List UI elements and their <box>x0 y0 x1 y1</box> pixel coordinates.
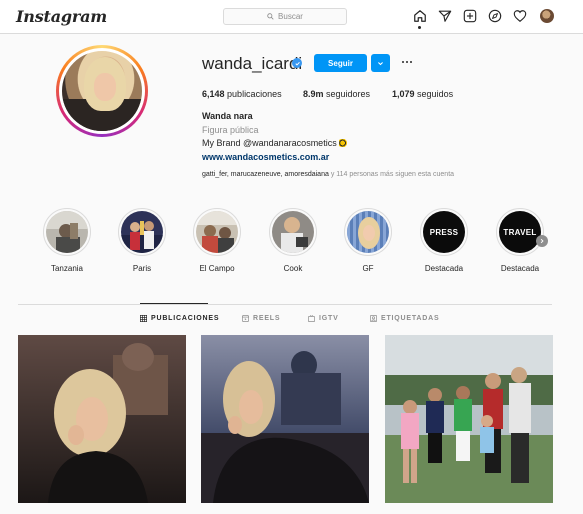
tagged-icon <box>370 315 377 322</box>
active-tab-indicator <box>140 303 208 304</box>
follow-button[interactable]: Seguir <box>314 54 367 72</box>
tab-publicaciones[interactable]: PUBLICACIONES <box>140 315 219 322</box>
tab-label: ETIQUETADAS <box>381 315 440 322</box>
profile-website-link[interactable]: www.wandacosmetics.com.ar <box>202 152 329 162</box>
post-thumbnail[interactable] <box>201 335 369 503</box>
more-options-icon[interactable] <box>398 57 416 67</box>
profile-category: Figura pública <box>202 125 259 135</box>
highlight-cover <box>121 211 163 253</box>
highlight-gf[interactable]: GF <box>338 208 398 273</box>
suggested-accounts-button[interactable] <box>371 54 390 72</box>
post-thumbnail[interactable] <box>385 335 553 503</box>
chevron-down-icon <box>378 61 383 65</box>
highlight-label: Tanzania <box>50 264 84 273</box>
bee-emoji-icon <box>338 139 348 147</box>
highlight-el-campo[interactable]: El Campo <box>187 208 247 273</box>
highlight-label: Paris <box>132 264 152 273</box>
following-count[interactable]: 1,079 seguidos <box>392 89 453 99</box>
tab-label: PUBLICACIONES <box>151 315 220 322</box>
profile-username: wanda_icardi <box>202 54 303 73</box>
followed-by-rest: y 114 personas más siguen esta cuenta <box>330 171 455 178</box>
highlight-label: El Campo <box>199 264 235 273</box>
top-navbar: Instagram Buscar <box>0 0 583 34</box>
search-placeholder: Buscar <box>278 12 303 21</box>
search-input[interactable]: Buscar <box>223 8 347 25</box>
new-post-icon[interactable] <box>462 8 478 24</box>
explore-icon[interactable] <box>487 8 503 24</box>
tab-reels[interactable]: REELS <box>242 315 280 322</box>
tab-label: REELS <box>253 315 281 322</box>
nav-icons <box>412 8 562 29</box>
profile-avatar-icon[interactable] <box>540 9 554 23</box>
search-icon <box>267 13 274 20</box>
post-thumbnail[interactable] <box>18 335 186 503</box>
highlight-label: GF <box>362 264 374 273</box>
highlights-next-arrow-icon[interactable] <box>536 235 548 247</box>
highlight-cover <box>46 211 88 253</box>
highlight-cover <box>196 211 238 253</box>
tab-etiquetadas[interactable]: ETIQUETADAS <box>370 315 439 322</box>
grid-icon <box>140 315 147 322</box>
highlight-label: Destacada <box>500 264 540 273</box>
activity-heart-icon[interactable] <box>512 8 528 24</box>
highlight-paris[interactable]: Paris <box>112 208 172 273</box>
profile-picture-story-ring[interactable] <box>56 45 148 137</box>
igtv-icon <box>308 315 315 322</box>
followed-by-names: gatti_fer, marucazeneuve, amoresdaiana <box>202 171 329 178</box>
profile-full-name: Wanda nara <box>202 111 253 121</box>
verified-badge-icon <box>292 58 302 68</box>
direct-messages-icon[interactable] <box>437 8 453 24</box>
highlight-cover <box>347 211 389 253</box>
tab-label: IGTV <box>319 315 339 322</box>
highlight-label: Cook <box>283 264 303 273</box>
highlight-tanzania[interactable]: Tanzania <box>37 208 97 273</box>
tabs-divider <box>18 304 552 305</box>
highlight-cover <box>272 211 314 253</box>
highlight-press[interactable]: PRESS Destacada <box>414 208 474 273</box>
highlight-cook[interactable]: Cook <box>263 208 323 273</box>
profile-bio: My Brand @wandanaracosmetics <box>202 138 348 148</box>
highlight-label: Destacada <box>424 264 464 273</box>
instagram-logo[interactable]: Instagram <box>16 7 107 26</box>
story-highlights: Tanzania Paris El Campo Cook GF PRESS De… <box>0 208 583 278</box>
bio-text[interactable]: My Brand @wandanaracosmetics <box>202 138 337 148</box>
reels-icon <box>242 315 249 322</box>
highlight-cover-text: TRAVEL <box>499 211 541 253</box>
highlight-cover-text: PRESS <box>423 211 465 253</box>
home-icon[interactable] <box>412 8 428 24</box>
tab-igtv[interactable]: IGTV <box>308 315 339 322</box>
profile-picture <box>59 48 145 134</box>
home-active-indicator <box>418 26 421 29</box>
followed-by-text[interactable]: gatti_fer, marucazeneuve, amoresdaiana y… <box>202 171 454 178</box>
followers-count[interactable]: 8.9m seguidores <box>303 89 370 99</box>
posts-count: 6,148 publicaciones <box>202 89 282 99</box>
